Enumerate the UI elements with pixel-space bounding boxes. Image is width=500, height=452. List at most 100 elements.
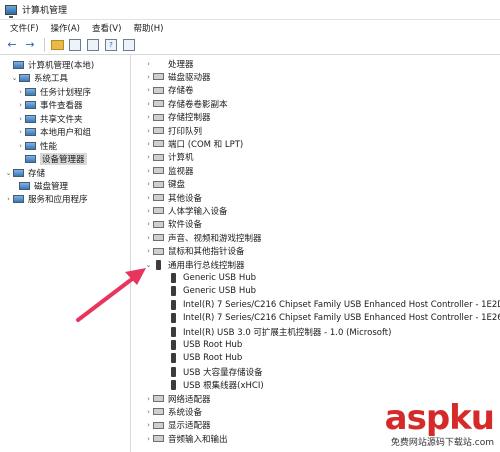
usb-device-item[interactable]: Intel(R) USB 3.0 可扩展主机控制器 - 1.0 (Microso… — [168, 325, 391, 338]
monitor-icon — [123, 38, 135, 51]
device-category-item[interactable]: › 端口 (COM 和 LPT) — [144, 137, 243, 150]
device-category-item[interactable]: › 打印队列 — [144, 124, 202, 137]
usb-device-item[interactable]: Intel(R) 7 Series/C216 Chipset Family US… — [168, 298, 500, 311]
expand-arrow-icon[interactable]: › — [144, 86, 153, 94]
expand-arrow-icon[interactable]: › — [16, 115, 25, 123]
tree-item[interactable]: › 任务计划程序 — [16, 85, 91, 98]
expand-arrow-icon[interactable]: › — [144, 207, 153, 215]
device-category-item[interactable]: › 键盘 — [144, 178, 185, 191]
device-icon — [153, 421, 164, 429]
monitor-button[interactable] — [121, 37, 137, 53]
expand-arrow-icon[interactable]: ⌄ — [144, 261, 153, 269]
device-category-item[interactable]: › 显示适配器 — [144, 419, 210, 432]
device-label: 存储卷 — [168, 86, 194, 97]
tree-item[interactable]: › 共享文件夹 — [16, 112, 83, 125]
device-category-item[interactable]: › 系统设备 — [144, 405, 202, 418]
device-category-item[interactable]: › 软件设备 — [144, 218, 202, 231]
expand-arrow-icon[interactable]: › — [144, 408, 153, 416]
tree-item[interactable]: ⌄ 存储 — [4, 166, 45, 179]
properties-button[interactable] — [85, 37, 101, 53]
menu-file[interactable]: 文件(F) — [4, 22, 45, 34]
device-label: Intel(R) USB 3.0 可扩展主机控制器 - 1.0 (Microso… — [183, 327, 392, 338]
up-folder-button[interactable] — [49, 37, 65, 53]
expand-arrow-icon[interactable]: › — [144, 73, 153, 81]
usb-device-item[interactable]: USB 大容量存储设备 — [168, 365, 263, 378]
usb-device-item[interactable]: Generic USB Hub — [168, 271, 256, 284]
usb-device-item[interactable]: USB 根集线器(xHCI) — [168, 379, 264, 392]
expand-arrow-icon[interactable]: › — [144, 167, 153, 175]
device-category-item[interactable]: › 计算机 — [144, 151, 193, 164]
menu-action[interactable]: 操作(A) — [45, 22, 86, 34]
usb-device-item[interactable]: Generic USB Hub — [168, 285, 256, 298]
device-category-item[interactable]: › 声音、视频和游戏控制器 — [144, 231, 261, 244]
device-category-item[interactable]: › 人体学输入设备 — [144, 204, 227, 217]
expand-arrow-icon[interactable]: › — [144, 153, 153, 161]
device-category-item[interactable]: › 处理器 — [144, 57, 193, 70]
expand-arrow-icon[interactable]: › — [16, 142, 25, 150]
expand-arrow-icon[interactable]: › — [144, 220, 153, 228]
device-label: USB 大容量存储设备 — [183, 367, 263, 378]
expand-arrow-icon[interactable]: ⌄ — [10, 74, 19, 82]
device-category-item[interactable]: › 网络适配器 — [144, 392, 210, 405]
expand-arrow-icon[interactable]: › — [16, 101, 25, 109]
expand-arrow-icon[interactable]: › — [144, 140, 153, 148]
show-hide-tree-button[interactable] — [67, 37, 83, 53]
tree-icon — [19, 73, 30, 82]
expand-arrow-icon[interactable]: › — [4, 195, 13, 203]
expand-arrow-icon[interactable]: ⌄ — [4, 169, 13, 177]
device-icon — [171, 313, 176, 324]
console-tree-icon — [69, 38, 81, 51]
tree-item[interactable]: ⌄ 系统工具 — [10, 71, 68, 84]
tree-item[interactable]: › 性能 — [16, 139, 57, 152]
tree-item[interactable]: 磁盘管理 — [10, 179, 68, 192]
tree-item[interactable]: 设备管理器 — [16, 152, 87, 165]
device-category-item[interactable]: › 存储卷 — [144, 84, 194, 97]
expand-arrow-icon[interactable]: › — [16, 88, 25, 96]
expand-arrow-icon[interactable]: › — [144, 127, 153, 135]
device-icon — [153, 127, 164, 134]
device-icon — [153, 194, 164, 201]
device-category-item[interactable]: › 存储卷卷影副本 — [144, 97, 227, 110]
device-icon — [153, 408, 164, 416]
menu-help[interactable]: 帮助(H) — [127, 22, 169, 34]
expand-arrow-icon[interactable]: › — [144, 421, 153, 429]
usb-device-item[interactable]: Intel(R) 7 Series/C216 Chipset Family US… — [168, 312, 500, 325]
device-category-item[interactable]: ⌄ 通用串行总线控制器 — [144, 258, 245, 271]
expand-arrow-icon[interactable]: › — [144, 113, 153, 121]
device-category-item[interactable]: › 其他设备 — [144, 191, 202, 204]
expand-arrow-icon[interactable]: › — [144, 395, 153, 403]
expand-arrow-icon[interactable]: › — [144, 180, 153, 188]
tree-item[interactable]: 计算机管理(本地) — [4, 58, 94, 71]
device-category-item[interactable]: › 存储控制器 — [144, 111, 210, 124]
device-category-item[interactable]: › 音频输入和输出 — [144, 432, 227, 445]
watermark-subtitle: 免费网站源码下载站.com — [384, 435, 494, 448]
device-category-item[interactable]: › 监视器 — [144, 164, 193, 177]
tree-icon — [19, 181, 30, 190]
expand-arrow-icon[interactable]: › — [144, 60, 153, 68]
usb-device-item[interactable]: USB Root Hub — [168, 352, 242, 365]
expand-arrow-icon[interactable]: › — [144, 247, 153, 255]
device-label: 其他设备 — [168, 193, 203, 204]
tree-item[interactable]: › 服务和应用程序 — [4, 192, 88, 205]
device-label: 磁盘驱动器 — [168, 72, 211, 83]
expand-arrow-icon[interactable]: › — [144, 100, 153, 108]
forward-button[interactable]: → — [22, 37, 38, 53]
expand-arrow-icon[interactable]: › — [144, 234, 153, 242]
help-button[interactable]: ? — [103, 37, 119, 53]
usb-device-item[interactable]: USB Root Hub — [168, 338, 242, 351]
watermark: aspku 免费网站源码下载站.com — [384, 401, 495, 448]
device-category-item[interactable]: › 磁盘驱动器 — [144, 70, 211, 83]
expand-arrow-icon[interactable]: › — [16, 128, 25, 136]
expand-arrow-icon[interactable]: › — [144, 435, 153, 443]
tree-item[interactable]: › 本地用户和组 — [16, 125, 91, 138]
expand-arrow-icon[interactable]: › — [144, 194, 153, 202]
device-label: 打印队列 — [168, 126, 203, 137]
forward-arrow-icon: → — [25, 38, 35, 51]
device-category-item[interactable]: › 鼠标和其他指针设备 — [144, 245, 244, 258]
menu-view[interactable]: 查看(V) — [86, 22, 127, 34]
device-label: Intel(R) 7 Series/C216 Chipset Family US… — [183, 299, 500, 310]
device-icon — [153, 247, 164, 255]
menu-bar: 文件(F) 操作(A) 查看(V) 帮助(H) — [0, 20, 500, 35]
back-button[interactable]: ← — [4, 37, 20, 53]
tree-item[interactable]: › 事件查看器 — [16, 98, 83, 111]
